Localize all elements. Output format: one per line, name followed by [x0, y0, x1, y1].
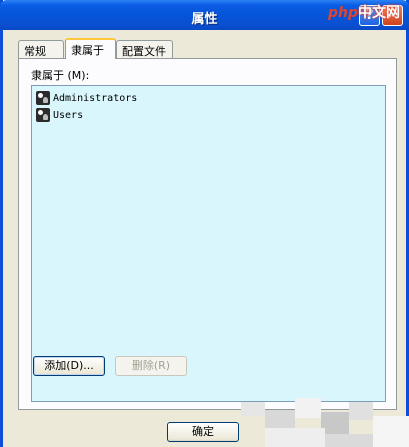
pixel-noise — [265, 410, 295, 428]
pixel-noise — [373, 416, 409, 447]
title-bar[interactable]: 属性 ? ✕ php中文网 — [0, 0, 409, 30]
group-name: Users — [53, 109, 84, 121]
pixel-noise — [241, 402, 265, 416]
watermark-brand: php — [328, 5, 359, 21]
tab-member-of[interactable]: 隶属于 — [65, 38, 116, 59]
properties-dialog: 属性 ? ✕ php中文网 常规 隶属于 配置文件 隶属于 (M): Admin… — [0, 0, 409, 447]
remove-button[interactable]: 删除(R) — [115, 356, 187, 376]
member-of-label: 隶属于 (M): — [31, 69, 90, 82]
group-icon — [36, 108, 50, 122]
group-icon — [36, 91, 50, 105]
watermark-text: 中文网 — [358, 5, 401, 21]
pixel-noise — [265, 428, 325, 447]
tab-general[interactable]: 常规 — [18, 40, 64, 58]
member-of-list[interactable]: Administrators Users — [31, 85, 386, 402]
site-watermark: php中文网 — [328, 2, 401, 21]
tab-profile[interactable]: 配置文件 — [116, 40, 173, 58]
pixel-noise — [325, 434, 373, 447]
pixel-noise — [349, 402, 373, 420]
add-button[interactable]: 添加(D)... — [33, 356, 105, 376]
pixel-noise — [321, 412, 349, 434]
list-item[interactable]: Administrators — [36, 90, 137, 106]
pixel-noise — [295, 398, 321, 418]
group-name: Administrators — [53, 92, 138, 104]
ok-button[interactable]: 确定 — [167, 422, 239, 442]
list-item[interactable]: Users — [36, 107, 83, 123]
